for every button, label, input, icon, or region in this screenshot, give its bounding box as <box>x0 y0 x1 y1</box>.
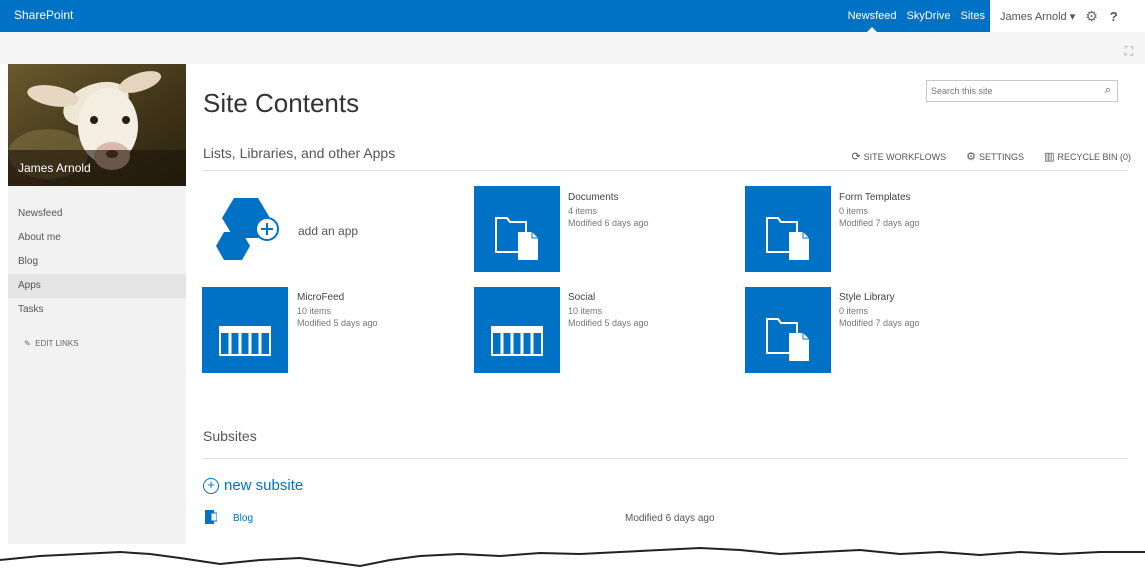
tile-documents-count: 4 items <box>568 206 598 216</box>
tile-documents-modified: Modified 6 days ago <box>568 218 649 228</box>
subsites-title: Subsites <box>203 428 257 444</box>
profile-name[interactable]: James Arnold <box>8 150 186 186</box>
search-input[interactable] <box>931 81 1091 101</box>
search-icon[interactable]: ⌕ <box>1105 84 1111 97</box>
subsite-blog-modified: Modified 6 days ago <box>625 513 715 524</box>
tile-microfeed-meta: MicroFeed 10 items Modified 5 days ago <box>297 292 378 329</box>
ribbon-row: ⛶ <box>0 32 1145 64</box>
brand-link[interactable]: SharePoint <box>14 8 73 22</box>
tile-form-templates-modified: Modified 7 days ago <box>839 218 920 228</box>
library-icon <box>766 217 809 260</box>
nav-item-apps[interactable]: Apps <box>8 274 186 298</box>
tile-documents-name[interactable]: Documents <box>568 192 649 204</box>
library-icon <box>495 217 538 260</box>
focus-on-content-icon[interactable]: ⛶ <box>1125 44 1133 59</box>
edit-links-button[interactable]: ✎ EDIT LINKS <box>8 334 186 354</box>
subsites-divider <box>203 458 1128 459</box>
user-menu[interactable]: James Arnold ▾ <box>1000 10 1075 23</box>
help-icon[interactable]: ? <box>1110 9 1118 24</box>
tile-microfeed[interactable] <box>202 287 288 373</box>
nav-item-tasks[interactable]: Tasks <box>8 298 186 322</box>
workflow-icon: ⟳ <box>851 151 861 163</box>
tile-social[interactable] <box>474 287 560 373</box>
tile-form-templates-name[interactable]: Form Templates <box>839 192 920 204</box>
suite-link-sites[interactable]: Sites <box>961 0 985 32</box>
suite-links: Newsfeed SkyDrive Sites <box>838 0 985 32</box>
tile-social-count: 10 items <box>568 306 603 316</box>
list-icon <box>219 326 271 356</box>
tile-documents-meta: Documents 4 items Modified 6 days ago <box>568 192 649 229</box>
tile-style-library[interactable] <box>745 287 831 373</box>
tile-style-library-count: 0 items <box>839 306 869 316</box>
nav-item-newsfeed[interactable]: Newsfeed <box>8 202 186 226</box>
nav-item-blog[interactable]: Blog <box>8 250 186 274</box>
tile-microfeed-count: 10 items <box>297 306 332 316</box>
left-column: James Arnold Newsfeed About me Blog Apps… <box>8 64 186 544</box>
settings-gear-icon: ⚙ <box>966 151 977 163</box>
tile-social-modified: Modified 5 days ago <box>568 318 649 328</box>
section-actions: ⟳ SITE WORKFLOWS ⚙ SETTINGS ▥ RECYCLE BIN (… <box>831 150 1131 163</box>
recycle-bin-button[interactable]: ▥ RECYCLE BIN (0) <box>1044 150 1131 163</box>
blog-site-icon <box>205 510 217 524</box>
subsite-link-blog[interactable]: Blog <box>233 513 253 524</box>
plus-circle-icon: + <box>203 477 219 494</box>
tile-documents[interactable] <box>474 186 560 272</box>
tile-style-library-meta: Style Library 0 items Modified 7 days ag… <box>839 292 920 329</box>
tile-style-library-modified: Modified 7 days ago <box>839 318 920 328</box>
suite-link-newsfeed[interactable]: Newsfeed <box>848 0 897 32</box>
search-box: ⌕ <box>926 80 1118 102</box>
suite-bar: SharePoint Newsfeed SkyDrive Sites James… <box>0 0 1145 32</box>
tile-form-templates[interactable] <box>745 186 831 272</box>
tile-style-library-name[interactable]: Style Library <box>839 292 920 304</box>
new-subsite-label: new subsite <box>224 477 304 494</box>
page-title: Site Contents <box>203 88 360 118</box>
pencil-icon: ✎ <box>24 339 31 348</box>
library-icon <box>766 318 809 361</box>
profile-picture[interactable]: James Arnold <box>8 64 186 186</box>
settings-button[interactable]: ⚙ SETTINGS <box>966 150 1024 163</box>
tile-microfeed-modified: Modified 5 days ago <box>297 318 378 328</box>
recycle-bin-icon: ▥ <box>1044 151 1055 163</box>
gear-icon[interactable]: ⚙ <box>1085 8 1098 25</box>
nav-item-about-me[interactable]: About me <box>8 226 186 250</box>
tile-form-templates-meta: Form Templates 0 items Modified 7 days a… <box>839 192 920 229</box>
add-app-link[interactable]: add an app <box>298 224 358 238</box>
tile-microfeed-name[interactable]: MicroFeed <box>297 292 378 304</box>
new-subsite-button[interactable]: + new subsite <box>203 477 303 494</box>
section-divider <box>203 170 1128 171</box>
tile-social-meta: Social 10 items Modified 5 days ago <box>568 292 649 329</box>
site-workflows-button[interactable]: ⟳ SITE WORKFLOWS <box>851 150 946 163</box>
apps-section-title: Lists, Libraries, and other Apps <box>203 145 396 161</box>
tile-social-name[interactable]: Social <box>568 292 649 304</box>
list-icon <box>491 326 543 356</box>
left-nav: Newsfeed About me Blog Apps Tasks ✎ EDIT… <box>8 202 186 354</box>
user-zone: James Arnold ▾ ⚙ ? <box>990 0 1145 32</box>
add-app-icon[interactable] <box>214 196 288 266</box>
torn-paper-edge <box>0 546 1145 573</box>
suite-link-skydrive[interactable]: SkyDrive <box>907 0 951 32</box>
tile-form-templates-count: 0 items <box>839 206 869 216</box>
